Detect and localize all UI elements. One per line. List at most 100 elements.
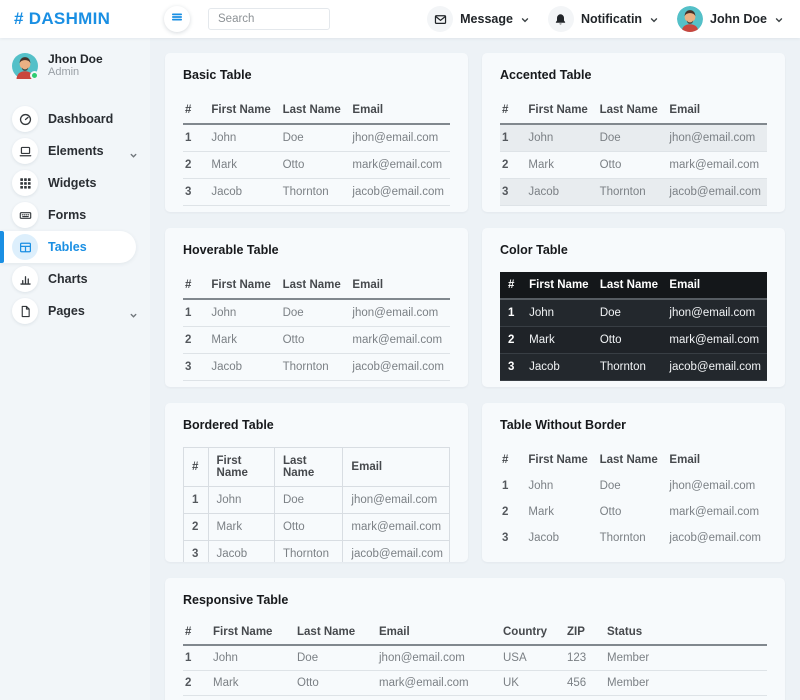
sidebar-item-widgets[interactable]: Widgets [0,167,150,199]
sidebar-item-label: Elements [48,144,104,158]
sidebar-item-tables[interactable]: Tables [0,231,136,263]
table-cell: 3 [500,354,525,381]
table-card: Table Without Border #First NameLast Nam… [482,403,785,562]
user-dropdown[interactable]: John Doe [673,6,788,32]
message-dropdown[interactable]: Message [423,6,534,32]
table-row: 1JohnDoejhon@email.com [500,124,767,152]
column-header: Last Name [596,447,666,473]
table-cell: Otto [596,327,666,354]
table-row[interactable]: 3JacobThorntonjacob@email.com [183,354,450,381]
table-row: 3JacobThorntonjacob@email.com [500,179,767,206]
table-cell: UK [499,671,563,696]
column-header: # [500,97,524,124]
table-row: 1JohnDoejhon@email.com [500,473,767,499]
sidebar-item-label: Dashboard [48,112,113,126]
table-cell: mark@email.com [665,152,767,179]
table-cell: Jacob [207,354,278,381]
table-cell: Otto [279,327,349,354]
table-row: 2MarkOttomark@email.com [500,327,767,354]
table-cell: 456 [563,671,603,696]
sidebar-user-name: Jhon Doe [48,52,103,66]
sidebar-toggle-button[interactable] [164,6,190,32]
table-cell: John [525,299,596,327]
sidebar-item-pages[interactable]: Pages [0,295,150,327]
table-cell: 3 [184,541,209,563]
table-cell: Mark [525,327,596,354]
table-cell: 2 [183,327,207,354]
table-cell: Thornton [279,354,349,381]
column-header: First Name [209,620,293,645]
table-cell: mark@email.com [348,327,450,354]
table-row[interactable]: 1JohnDoejhon@email.com [183,299,450,327]
table-cell: Otto [274,514,342,541]
table-cell: Member [603,671,767,696]
table-cell: mark@email.com [665,499,767,525]
table-cell: mark@email.com [665,327,767,354]
table-cell: John [208,487,274,514]
charts-icon [12,266,38,292]
column-header: Last Name [274,448,342,487]
table-row: 3JacobThorntonjacob@email.com [500,525,767,551]
table-row: 2MarkOttomark@email.com [500,499,767,525]
sidebar-item-forms[interactable]: Forms [0,199,150,231]
column-header: # [183,272,207,299]
table-cell: Thornton [279,179,349,206]
search-input[interactable] [208,8,330,30]
notification-label: Notificatin [581,12,642,26]
table-row: 3JacobThorntonjacob@email.com [500,354,767,381]
table-cell: mark@email.com [348,152,450,179]
table-cell: jacob@email.com [665,354,767,381]
table-cell: 3 [183,696,209,700]
sidebar-item-label: Forms [48,208,86,222]
table-cell: jacob@email.com [375,696,499,700]
card-title: Hoverable Table [183,243,450,258]
table-cell: Doe [596,124,666,152]
data-table: #First NameLast NameEmail 1JohnDoejhon@e… [500,272,767,381]
table-cell: Mark [524,152,595,179]
table-cell: 1 [500,473,524,499]
chevron-down-icon [520,14,530,24]
table-cell: 123 [563,645,603,671]
table-cell: John [524,473,595,499]
column-header: Country [499,620,563,645]
sidebar-item-elements[interactable]: Elements [0,135,150,167]
table-cell: 2 [500,152,524,179]
table-cell: 2 [183,671,209,696]
forms-icon [12,202,38,228]
table-row: 2MarkOttomark@email.com [183,152,450,179]
column-header: First Name [525,272,596,299]
pages-icon [12,298,38,324]
table-cell: Doe [596,299,666,327]
sidebar-user: Jhon Doe Admin [0,46,150,89]
table-cell: Thornton [274,541,342,563]
sidebar-user-role: Admin [48,66,103,79]
card-title: Accented Table [500,68,767,83]
table-cell: Otto [596,152,666,179]
table-header-row: #First NameLast NameEmail [183,97,450,124]
table-cell: Thornton [596,179,666,206]
table-header-row: #First NameLast NameEmail [500,272,767,299]
sidebar: Jhon Doe Admin Dashboard Elements Widget… [0,38,150,700]
table-cell: jacob@email.com [665,179,767,206]
table-cell: Jacob [207,179,278,206]
table-cell: 1 [184,487,209,514]
table-row[interactable]: 2MarkOttomark@email.com [183,327,450,354]
dashboard-icon [12,106,38,132]
table-cell: Member [603,696,767,700]
table-cell: USA [499,645,563,671]
sidebar-item-charts[interactable]: Charts [0,263,150,295]
column-header: # [183,620,209,645]
table-row: 2MarkOttomark@email.com [184,514,450,541]
table-cell: Thornton [293,696,375,700]
column-header: # [183,97,207,124]
sidebar-item-label: Widgets [48,176,97,190]
table-cell: Mark [208,514,274,541]
column-header: Email [665,447,767,473]
table-cell: jhon@email.com [665,124,767,152]
table-row: 3JacobThorntonjacob@email.com [183,179,450,206]
notification-dropdown[interactable]: Notificatin [544,6,663,32]
data-table: #First NameLast NameEmailCountryZIPStatu… [183,620,767,700]
column-header: # [184,448,209,487]
sidebar-item-dashboard[interactable]: Dashboard [0,103,150,135]
table-cell: Otto [293,671,375,696]
